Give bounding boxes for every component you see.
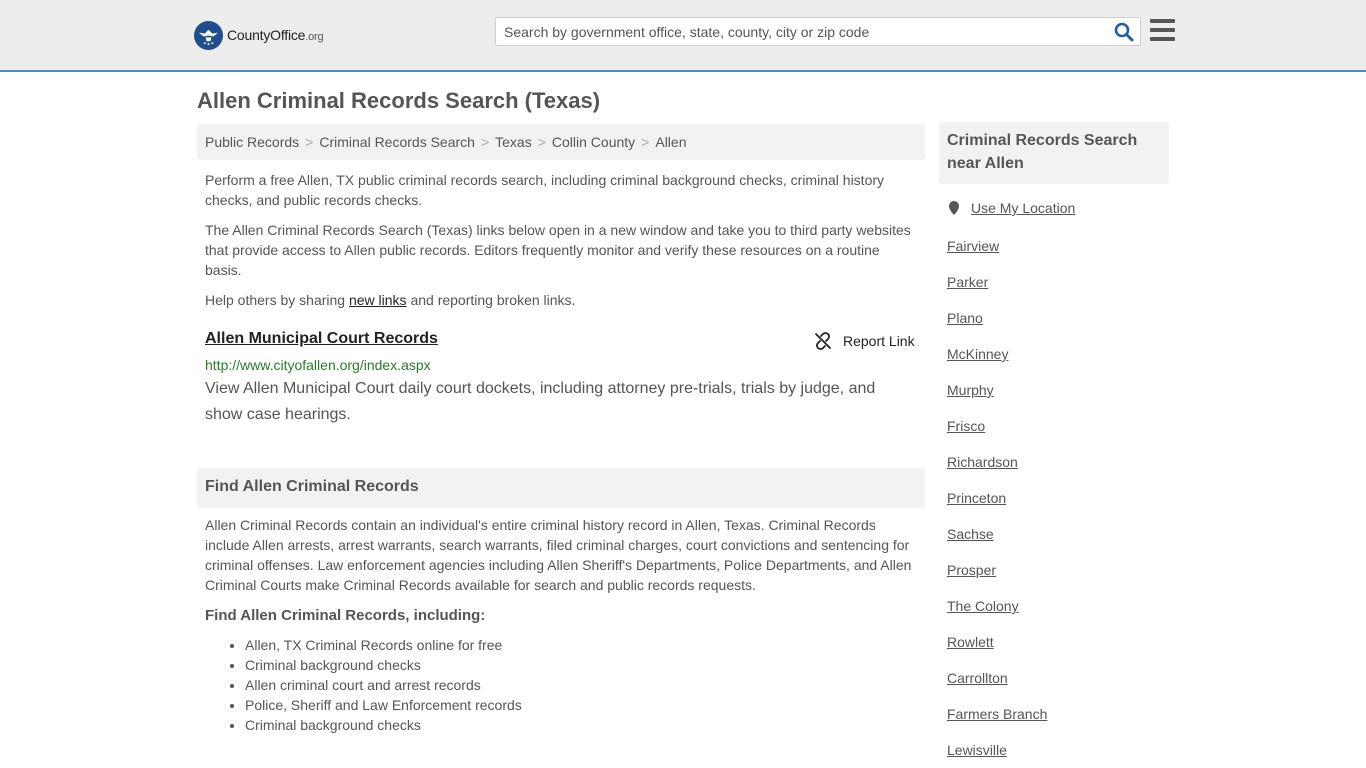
help-text: Help others by sharing new links and rep…: [205, 292, 576, 308]
breadcrumb-allen[interactable]: Allen: [655, 134, 686, 150]
list-item: Criminal background checks: [245, 715, 522, 735]
search-icon[interactable]: [1114, 22, 1134, 42]
breadcrumb-collin-county[interactable]: Collin County: [552, 134, 635, 150]
list-item: Criminal background checks: [245, 655, 522, 675]
disclaimer-text: The Allen Criminal Records Search (Texas…: [205, 222, 911, 278]
location-pin-icon: [949, 201, 959, 215]
sidebar-city-frisco[interactable]: Frisco: [947, 418, 985, 434]
sidebar-city-carrollton[interactable]: Carrollton: [947, 670, 1008, 686]
broken-link-icon: [815, 332, 831, 350]
find-list: Allen, TX Criminal Records online for fr…: [245, 635, 522, 735]
sidebar-city-fairview[interactable]: Fairview: [947, 238, 999, 254]
eagle-logo-icon: [194, 20, 223, 50]
breadcrumb-public-records[interactable]: Public Records: [205, 134, 299, 150]
sidebar-city-farmers-branch[interactable]: Farmers Branch: [947, 706, 1047, 722]
find-section-body: Allen Criminal Records contain an indivi…: [205, 517, 912, 593]
new-links-link[interactable]: new links: [349, 292, 407, 308]
sidebar-city-murphy[interactable]: Murphy: [947, 382, 994, 398]
sidebar-city-prosper[interactable]: Prosper: [947, 562, 996, 578]
sidebar-city-lewisville[interactable]: Lewisville: [947, 742, 1007, 758]
sidebar-city-rowlett[interactable]: Rowlett: [947, 634, 994, 650]
find-section-heading: Find Allen Criminal Records: [197, 468, 925, 508]
page-title: Allen Criminal Records Search (Texas): [197, 88, 601, 113]
use-my-location[interactable]: Use My Location: [947, 200, 1075, 216]
sidebar-city-sachse[interactable]: Sachse: [947, 526, 994, 542]
menu-icon[interactable]: [1150, 19, 1175, 41]
logo-text: CountyOffice.org: [227, 27, 324, 43]
site-header: CountyOffice.org: [0, 0, 1366, 72]
breadcrumb-criminal-records-search[interactable]: Criminal Records Search: [319, 134, 475, 150]
sidebar-city-mckinney[interactable]: McKinney: [947, 346, 1008, 362]
sidebar-city-princeton[interactable]: Princeton: [947, 490, 1006, 506]
search-box: [495, 17, 1141, 46]
search-input[interactable]: [496, 18, 1106, 45]
list-item: Police, Sheriff and Law Enforcement reco…: [245, 695, 522, 715]
breadcrumb-texas[interactable]: Texas: [495, 134, 532, 150]
sidebar-city-plano[interactable]: Plano: [947, 310, 983, 326]
intro-text: Perform a free Allen, TX public criminal…: [205, 172, 885, 208]
sidebar-city-richardson[interactable]: Richardson: [947, 454, 1018, 470]
record-url: http://www.cityofallen.org/index.aspx: [205, 357, 431, 373]
list-item: Allen, TX Criminal Records online for fr…: [245, 635, 522, 655]
use-my-location-link[interactable]: Use My Location: [971, 200, 1075, 216]
record-title-link[interactable]: Allen Municipal Court Records: [205, 330, 438, 348]
sidebar-city-parker[interactable]: Parker: [947, 274, 988, 290]
sidebar-heading: Criminal Records Search near Allen: [939, 122, 1169, 184]
report-link-button[interactable]: Report Link: [814, 332, 915, 350]
record-description: View Allen Municipal Court daily court d…: [205, 380, 876, 423]
sidebar-city-the-colony[interactable]: The Colony: [947, 598, 1019, 614]
list-item: Allen criminal court and arrest records: [245, 675, 522, 695]
site-logo[interactable]: CountyOffice.org: [194, 20, 324, 50]
report-link-label: Report Link: [843, 333, 915, 349]
breadcrumb: Public Records > Criminal Records Search > T…: [197, 124, 925, 160]
find-section-subheading: Find Allen Criminal Records, including:: [205, 607, 486, 624]
